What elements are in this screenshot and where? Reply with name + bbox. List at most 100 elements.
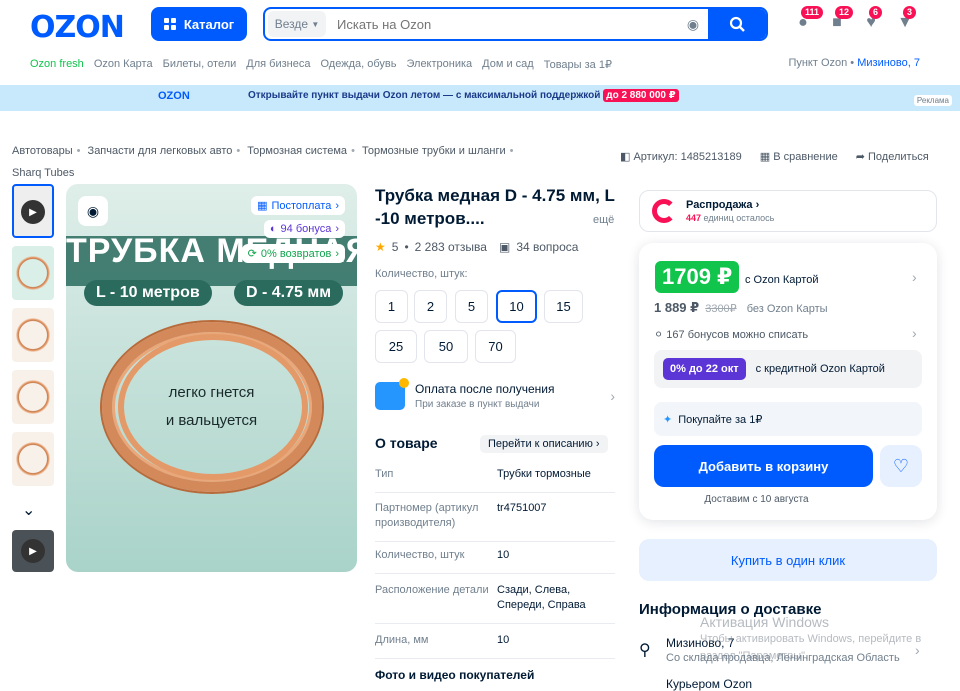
star-icon: ★ <box>375 240 386 254</box>
top-nav: Ozon fresh Ozon Карта Билеты, отели Для … <box>30 56 612 72</box>
to-description-button[interactable]: Перейти к описанию › <box>480 435 608 453</box>
bonus-icon: ◐ <box>269 223 277 235</box>
qty-option[interactable]: 25 <box>375 330 417 363</box>
reviews-count[interactable]: 2 283 отзыва <box>415 240 487 254</box>
qty-option[interactable]: 15 <box>544 290 583 323</box>
breadcrumb: Автотовары • Запчасти для легковых авто • … <box>12 145 514 179</box>
qty-option[interactable]: 5 <box>455 290 488 323</box>
nav-ozon-card[interactable]: Ozon Карта <box>94 58 153 70</box>
nav-business[interactable]: Для бизнеса <box>246 58 310 70</box>
camera-icon[interactable]: ◉ <box>678 16 708 33</box>
sale-icon <box>652 199 676 223</box>
breadcrumb-item[interactable]: Тормозная система <box>247 145 347 157</box>
ad-banner[interactable]: OZON Открывайте пункт выдачи Ozon летом … <box>0 85 960 111</box>
payment-after-receipt[interactable]: Оплата после получения При заказе в пунк… <box>375 378 615 410</box>
qty-option[interactable]: 1 <box>375 290 408 323</box>
buy-for-1-offer[interactable]: ✦ Покупайте за 1₽ <box>654 402 922 436</box>
heart-icon[interactable]: ♥ 6 <box>860 6 883 36</box>
ozon-card-price: 1709 ₽ <box>655 261 740 293</box>
product-meta: ◧ Артикул: 1485213189 ▦ В сравнение ➦ По… <box>620 150 929 163</box>
orders-icon[interactable]: ● 111 <box>792 6 824 36</box>
search-button[interactable] <box>708 9 766 39</box>
bonus-icon: ⚪ <box>654 329 664 341</box>
thumbnail-image[interactable] <box>12 308 54 362</box>
banner-logo: OZON <box>158 90 190 102</box>
thumbnail-video[interactable]: ▶ <box>12 530 54 572</box>
ozon-card-price-label: с Ozon Картой <box>745 274 819 286</box>
cart-badge: 3 <box>903 6 917 19</box>
play-icon: ▶ <box>21 539 45 563</box>
quantity-label: Количество, штук: <box>375 268 468 280</box>
returns-badge[interactable]: ⟳ 0% возвратов › <box>241 244 345 263</box>
rating-value: 5 <box>391 240 399 254</box>
length-pill: L - 10 метров <box>84 280 212 306</box>
breadcrumb-item[interactable]: Автотовары <box>12 145 73 157</box>
credit-offer[interactable]: 0% до 22 окт с кредитной Ozon Картой <box>654 350 922 388</box>
box-icon[interactable]: ■ 12 <box>826 6 854 36</box>
play-icon: ▶ <box>21 200 45 224</box>
image-caption-1: легко гнется <box>168 384 255 401</box>
search-scope-select[interactable]: Везде ▼ <box>268 11 326 37</box>
share-button[interactable]: ➦ Поделиться <box>856 150 929 163</box>
location-pin-icon: ⚲ <box>639 642 651 659</box>
compare-button[interactable]: ▦ В сравнение <box>760 150 838 163</box>
payment-subtitle: При заказе в пункт выдачи <box>415 399 540 410</box>
cart-icon[interactable]: ▼ 3 <box>894 6 917 36</box>
thumbnail-video[interactable]: ▶ <box>12 184 54 238</box>
thumbnail-image[interactable] <box>12 246 54 300</box>
qty-option[interactable]: 70 <box>475 330 516 363</box>
credit-badge: 0% до 22 окт <box>663 358 746 380</box>
chevron-down-icon[interactable]: ⌄ <box>22 500 35 520</box>
favorite-button[interactable]: ♡ <box>880 445 922 487</box>
rating-row[interactable]: ★ 5 • 2 283 отзыва ▣ 34 вопроса <box>375 240 578 254</box>
nav-tickets[interactable]: Билеты, отели <box>163 58 237 70</box>
price-card: 1709 ₽ с Ozon Картой › 1 889 ₽ 3300₽ без… <box>639 243 937 520</box>
product-main-image[interactable]: ТРУБКА МЕДНАЯ L - 10 метров D - 4.75 мм … <box>66 184 357 572</box>
regular-price-row: 1 889 ₽ 3300₽ без Ozon Карты <box>654 300 828 316</box>
attribute-row: Партномер (артикул производителя) tr47510… <box>375 501 615 542</box>
catalog-button[interactable]: Каталог <box>151 7 247 41</box>
add-to-cart-button[interactable]: Добавить в корзину <box>654 445 873 487</box>
regular-price: 1 889 ₽ <box>654 300 700 315</box>
banner-promo: до 2 880 000 ₽ <box>603 89 679 102</box>
nav-electronics[interactable]: Электроника <box>406 58 472 70</box>
thumbnail-image[interactable] <box>12 370 54 424</box>
sale-card[interactable]: Распродажа › 447 единиц осталось <box>639 190 937 232</box>
questions-count[interactable]: 34 вопроса <box>516 240 578 254</box>
title-more-link[interactable]: ещё <box>593 214 614 226</box>
bonus-row[interactable]: ⚪ 167 бонусов можно списать <box>654 328 808 341</box>
image-search-icon[interactable]: ◉ <box>78 196 108 226</box>
copper-coil-inner <box>118 334 308 480</box>
nav-1rub[interactable]: Товары за 1₽ <box>544 58 612 71</box>
bonus-badge[interactable]: ◐ 94 бонуса › <box>263 220 345 238</box>
returns-icon: ⟳ <box>247 248 257 260</box>
chevron-right-icon[interactable]: › <box>912 269 917 285</box>
product-title: Трубка медная D - 4.75 мм, L -10 метров.… <box>375 186 615 228</box>
breadcrumb-item[interactable]: Sharq Tubes <box>12 167 74 179</box>
article-number[interactable]: ◧ Артикул: 1485213189 <box>620 150 742 163</box>
search-icon <box>729 16 745 32</box>
attribute-row: Расположение детали Сзади, Слева, Спереди… <box>375 583 615 624</box>
buy-one-click-button[interactable]: Купить в один клик <box>639 539 937 581</box>
chevron-right-icon[interactable]: › <box>912 325 917 341</box>
qty-option[interactable]: 50 <box>424 330 468 363</box>
thumbnail-image[interactable] <box>12 432 54 486</box>
breadcrumb-item[interactable]: Тормозные трубки и шланги <box>362 145 506 157</box>
windows-activation-watermark: Активация Windows Чтобы активировать Win… <box>700 614 922 662</box>
nav-clothes[interactable]: Одежда, обувь <box>320 58 396 70</box>
favorites-badge: 6 <box>869 6 883 19</box>
nav-home[interactable]: Дом и сад <box>482 58 534 70</box>
qty-option-selected[interactable]: 10 <box>496 290 537 323</box>
pickup-point[interactable]: Пункт Ozon • Мизиново, 7 <box>788 57 920 69</box>
qty-option[interactable]: 2 <box>414 290 447 323</box>
postpay-badge[interactable]: ▦ Постоплата › <box>251 196 345 215</box>
regular-price-label: без Ozon Карты <box>746 303 828 315</box>
card-icon: ▦ <box>257 200 268 212</box>
nav-ozon-fresh[interactable]: Ozon fresh <box>30 58 84 70</box>
search-input[interactable] <box>329 16 678 32</box>
payment-title: Оплата после получения <box>415 382 555 396</box>
sale-title: Распродажа › <box>686 199 760 211</box>
delivery-courier[interactable]: Курьером Ozon <box>666 677 752 691</box>
ozon-logo[interactable]: OZON <box>30 10 125 45</box>
breadcrumb-item[interactable]: Запчасти для легковых авто <box>88 145 233 157</box>
